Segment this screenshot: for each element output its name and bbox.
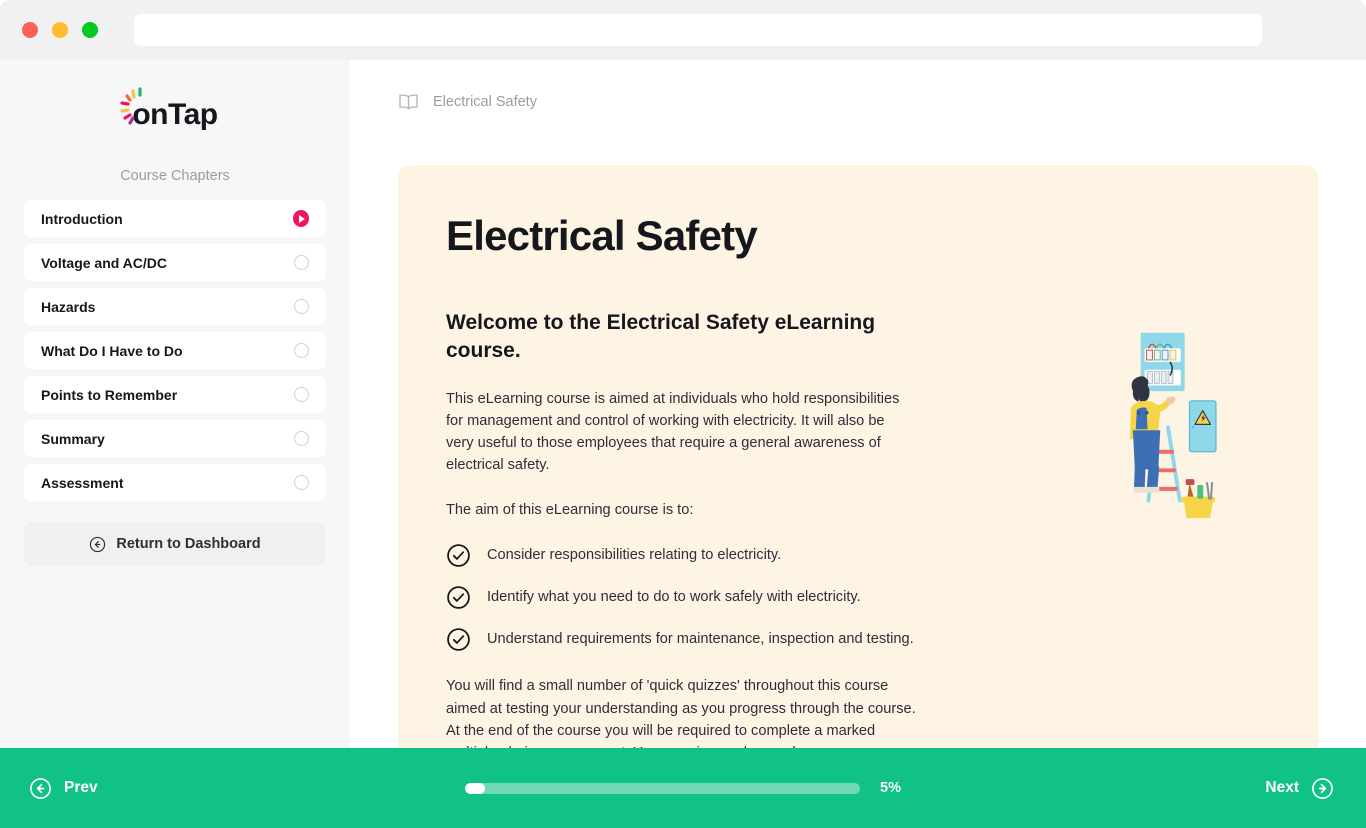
aim-text: Identify what you need to do to work saf…	[487, 589, 861, 606]
progress-bar-fill	[465, 782, 485, 794]
chapter-label: Hazards	[41, 298, 96, 315]
chapter-label: Points to Remember	[41, 386, 178, 403]
next-button[interactable]: Next	[1265, 777, 1334, 800]
chapter-status[interactable]	[293, 431, 309, 447]
open-book-icon	[399, 94, 418, 110]
circle-empty-icon	[293, 255, 309, 270]
intro-paragraph: This eLearning course is aimed at indivi…	[446, 390, 900, 474]
breadcrumb-label: Electrical Safety	[433, 93, 537, 110]
return-to-dashboard-label: Return to Dashboard	[116, 536, 261, 552]
next-label: Next	[1265, 779, 1299, 796]
circle-empty-icon	[293, 343, 309, 358]
prev-label: Prev	[64, 779, 98, 796]
brand-logo[interactable]: onTap	[0, 80, 350, 150]
arrow-left-circle-icon	[30, 777, 51, 799]
sidebar-item-hazards[interactable]: Hazards	[24, 288, 326, 325]
check-circle-icon	[447, 544, 470, 568]
progress-percent-label: 5%	[880, 780, 901, 796]
sidebar-section-title: Course Chapters	[120, 168, 230, 184]
arrow-left-circle-icon	[90, 536, 106, 552]
browser-chrome	[0, 0, 1366, 60]
arrow-right-circle-icon	[1312, 777, 1333, 799]
chapter-label: Assessment	[41, 474, 124, 491]
course-navigation-footer: Prev 5% Next	[0, 748, 1366, 828]
sidebar-item-assessment[interactable]: Assessment	[24, 464, 326, 501]
chapter-label: Summary	[41, 430, 105, 447]
main-content: Electrical Safety Electrical Safety Welc…	[350, 60, 1366, 828]
prev-button[interactable]: Prev	[29, 777, 98, 800]
chapter-status[interactable]	[293, 255, 309, 271]
list-item: Identify what you need to do to work saf…	[446, 585, 916, 610]
circle-empty-icon	[293, 475, 309, 490]
course-progress: 5%	[465, 780, 901, 796]
sidebar-item-voltage-and-ac-dc[interactable]: Voltage and AC/DC	[24, 244, 326, 281]
sidebar-item-what-do-i-have-to-do[interactable]: What Do I Have to Do	[24, 332, 326, 369]
aims-list: Consider responsibilities relating to el…	[446, 543, 1270, 652]
maximize-window-icon[interactable]	[82, 22, 98, 38]
circle-empty-icon	[293, 431, 309, 446]
circle-empty-icon	[293, 299, 309, 314]
list-item: Consider responsibilities relating to el…	[446, 543, 916, 568]
lesson-body: This eLearning course is aimed at indivi…	[446, 388, 916, 522]
aim-text: Understand requirements for maintenance,…	[487, 631, 914, 648]
burst-dots-icon	[120, 87, 142, 125]
chapter-status[interactable]	[293, 475, 309, 491]
app-window: onTap Course Chapters Introduction Volta…	[0, 0, 1366, 828]
play-icon	[293, 210, 309, 227]
welcome-heading: Welcome to the Electrical Safety eLearni…	[446, 311, 876, 362]
breadcrumb: Electrical Safety	[350, 60, 1366, 110]
return-to-dashboard-button[interactable]: Return to Dashboard	[24, 522, 326, 566]
chapter-list: Introduction Voltage and AC/DC Hazards W…	[0, 200, 350, 501]
chapter-status[interactable]	[293, 343, 309, 359]
list-item: Understand requirements for maintenance,…	[446, 627, 916, 652]
close-window-icon[interactable]	[22, 22, 38, 38]
chapter-status[interactable]	[293, 299, 309, 315]
sidebar-item-introduction[interactable]: Introduction	[24, 200, 326, 237]
aim-lead-paragraph: The aim of this eLearning course is to:	[446, 502, 694, 519]
chapter-status[interactable]	[293, 210, 309, 227]
window-traffic-lights	[22, 22, 98, 38]
check-circle-icon	[447, 628, 470, 652]
progress-bar[interactable]	[465, 782, 861, 794]
minimize-window-icon[interactable]	[52, 22, 68, 38]
electrician-on-ladder-illustration	[1129, 332, 1217, 519]
chapter-status[interactable]	[293, 387, 309, 403]
sidebar: onTap Course Chapters Introduction Volta…	[0, 60, 350, 828]
chapter-label: Voltage and AC/DC	[41, 254, 168, 271]
sidebar-item-points-to-remember[interactable]: Points to Remember	[24, 376, 326, 413]
page-title: Electrical Safety	[446, 212, 758, 259]
sidebar-item-summary[interactable]: Summary	[24, 420, 326, 457]
url-input[interactable]	[134, 14, 1262, 46]
chapter-label: What Do I Have to Do	[41, 342, 183, 359]
lesson-card: Electrical Safety Welcome to the Electri…	[398, 165, 1318, 828]
aim-text: Consider responsibilities relating to el…	[487, 547, 782, 564]
chapter-label: Introduction	[41, 210, 123, 227]
check-circle-icon	[447, 586, 470, 610]
circle-empty-icon	[293, 387, 309, 402]
